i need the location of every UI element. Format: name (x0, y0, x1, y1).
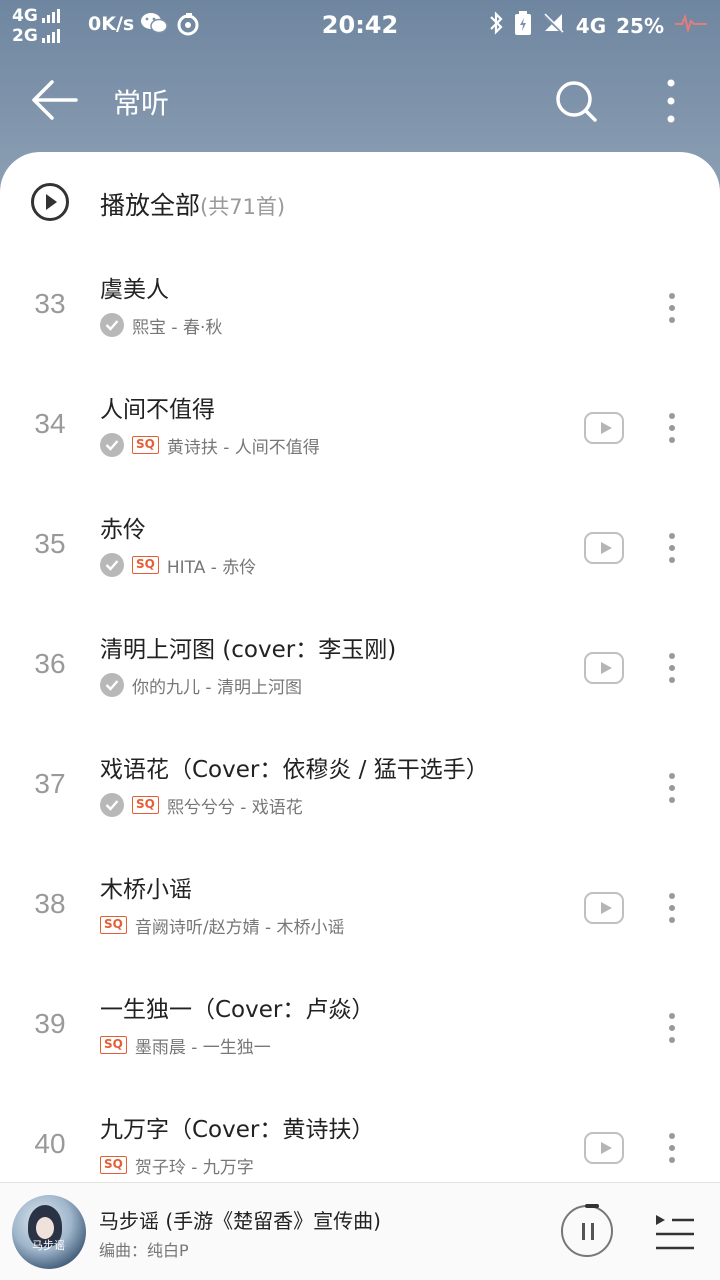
song-title: 戏语花（Cover：依穆炎 / 猛干选手） (100, 757, 489, 783)
song-meta: 你的九儿 - 清明上河图 (100, 672, 302, 698)
song-more-button[interactable] (660, 650, 684, 686)
song-index: 33 (34, 288, 66, 319)
mv-play-button[interactable] (584, 412, 624, 444)
downloaded-check-icon (100, 433, 124, 457)
play-all-row[interactable]: 播放全部(共71首) (0, 152, 720, 252)
mv-play-button[interactable] (584, 532, 624, 564)
song-title: 清明上河图 (cover：李玉刚) (100, 637, 397, 663)
playlist-icon (656, 1215, 694, 1250)
song-row[interactable]: 34 人间不值得 SQ 黄诗扶 - 人间不值得 (0, 372, 720, 492)
song-row[interactable]: 37 戏语花（Cover：依穆炎 / 猛干选手） SQ 熙兮兮兮 - 戏语花 (0, 732, 720, 852)
sq-quality-badge: SQ (100, 1036, 127, 1054)
song-title: 九万字（Cover：黄诗扶） (100, 1117, 375, 1143)
song-row[interactable]: 35 赤伶 SQ HITA - 赤伶 (0, 492, 720, 612)
sq-quality-badge: SQ (132, 796, 159, 814)
song-meta: SQ 贺子玲 - 九万字 (100, 1152, 254, 1178)
mv-play-button[interactable] (584, 1132, 624, 1164)
downloaded-check-icon (100, 793, 124, 817)
more-vertical-icon (667, 79, 675, 123)
song-list-card: 播放全部(共71首) 33 虞美人熙宝 - 春·秋 34 人间不值得 SQ 黄诗扶 - 人… (0, 152, 720, 1280)
song-artist-album: 你的九儿 - 清明上河图 (132, 677, 302, 698)
song-index: 34 (34, 408, 66, 439)
progress-arc-icon (585, 1204, 599, 1208)
song-artist-album: HITA - 赤伶 (166, 557, 257, 578)
song-title: 虞美人 (100, 277, 169, 303)
page-title: 常听 (113, 87, 170, 120)
arrow-left-icon (32, 80, 78, 120)
network-type-right: 4G (575, 13, 607, 38)
sq-quality-badge: SQ (100, 916, 127, 934)
now-playing-subtitle: 编曲：纯白P (99, 1241, 189, 1260)
song-title: 人间不值得 (100, 397, 215, 423)
song-meta: SQ 熙兮兮兮 - 戏语花 (100, 792, 303, 818)
sq-quality-badge: SQ (100, 1156, 127, 1174)
song-meta: SQ 墨雨晨 - 一生独一 (100, 1032, 271, 1058)
song-artist-album: 墨雨晨 - 一生独一 (134, 1037, 271, 1058)
bluetooth-icon (488, 10, 504, 41)
song-more-button[interactable] (660, 1010, 684, 1046)
album-cover[interactable]: 马步谣 (12, 1195, 86, 1269)
status-icons: 4G 25% (488, 10, 708, 41)
sq-quality-badge: SQ (132, 436, 159, 454)
song-index: 37 (34, 768, 66, 799)
song-meta: 熙宝 - 春·秋 (100, 312, 222, 338)
play-circle-icon (31, 183, 69, 221)
song-more-button[interactable] (660, 1130, 684, 1166)
downloaded-check-icon (100, 673, 124, 697)
playlist-button[interactable] (654, 1211, 696, 1253)
pause-icon (591, 1223, 594, 1240)
search-button[interactable] (550, 76, 602, 128)
song-meta: SQ 黄诗扶 - 人间不值得 (100, 432, 320, 458)
app-bar: 常听 (0, 60, 720, 140)
cover-caption: 马步谣 (32, 1239, 65, 1252)
battery-percent: 25% (616, 13, 664, 38)
song-more-button[interactable] (660, 290, 684, 326)
song-index: 35 (34, 528, 66, 559)
mini-player[interactable]: 马步谣 马步谣 (手游《楚留香》宣传曲) 编曲：纯白P (0, 1182, 720, 1280)
song-artist-album: 贺子玲 - 九万字 (134, 1157, 254, 1178)
song-artist-album: 熙兮兮兮 - 戏语花 (166, 797, 303, 818)
song-artist-album: 黄诗扶 - 人间不值得 (166, 437, 320, 458)
back-button[interactable] (30, 78, 80, 122)
pause-icon (582, 1223, 585, 1240)
heartbeat-icon (674, 13, 708, 38)
more-options-button[interactable] (656, 78, 686, 124)
song-row[interactable]: 38 木桥小谣 SQ 音阙诗听/赵方婧 - 木桥小谣 (0, 852, 720, 972)
search-icon (556, 81, 597, 122)
song-title: 木桥小谣 (100, 877, 192, 903)
sq-quality-badge: SQ (132, 556, 159, 574)
mute-icon (542, 11, 566, 40)
song-index: 40 (34, 1128, 66, 1159)
song-title: 赤伶 (100, 517, 146, 543)
downloaded-check-icon (100, 313, 124, 337)
pause-button[interactable] (561, 1204, 613, 1257)
song-artist-album: 音阙诗听/赵方婧 - 木桥小谣 (134, 917, 345, 938)
song-index: 39 (34, 1008, 66, 1039)
song-index: 38 (34, 888, 66, 919)
status-bar: 4G 2G 0K/s 20:42 4G 25% (0, 0, 720, 50)
song-title: 一生独一（Cover：卢焱） (100, 997, 375, 1023)
song-more-button[interactable] (660, 410, 684, 446)
now-playing-title: 马步谣 (手游《楚留香》宣传曲) (99, 1209, 381, 1233)
song-row[interactable]: 33 虞美人熙宝 - 春·秋 (0, 252, 720, 372)
song-index: 36 (34, 648, 66, 679)
song-row[interactable]: 39 一生独一（Cover：卢焱） SQ 墨雨晨 - 一生独一 (0, 972, 720, 1092)
song-artist-album: 熙宝 - 春·秋 (132, 317, 223, 338)
mv-play-button[interactable] (584, 892, 624, 924)
song-count: (共71首) (200, 195, 286, 219)
song-more-button[interactable] (660, 890, 684, 926)
mv-play-button[interactable] (584, 652, 624, 684)
play-all-label: 播放全部(共71首) (100, 186, 285, 222)
downloaded-check-icon (100, 553, 124, 577)
song-more-button[interactable] (660, 770, 684, 806)
song-row[interactable]: 36 清明上河图 (cover：李玉刚) 你的九儿 - 清明上河图 (0, 612, 720, 732)
song-meta: SQ HITA - 赤伶 (100, 552, 256, 578)
play-all-text: 播放全部 (100, 191, 201, 220)
song-meta: SQ 音阙诗听/赵方婧 - 木桥小谣 (100, 912, 345, 938)
battery-saver-icon (514, 10, 532, 41)
song-more-button[interactable] (660, 530, 684, 566)
